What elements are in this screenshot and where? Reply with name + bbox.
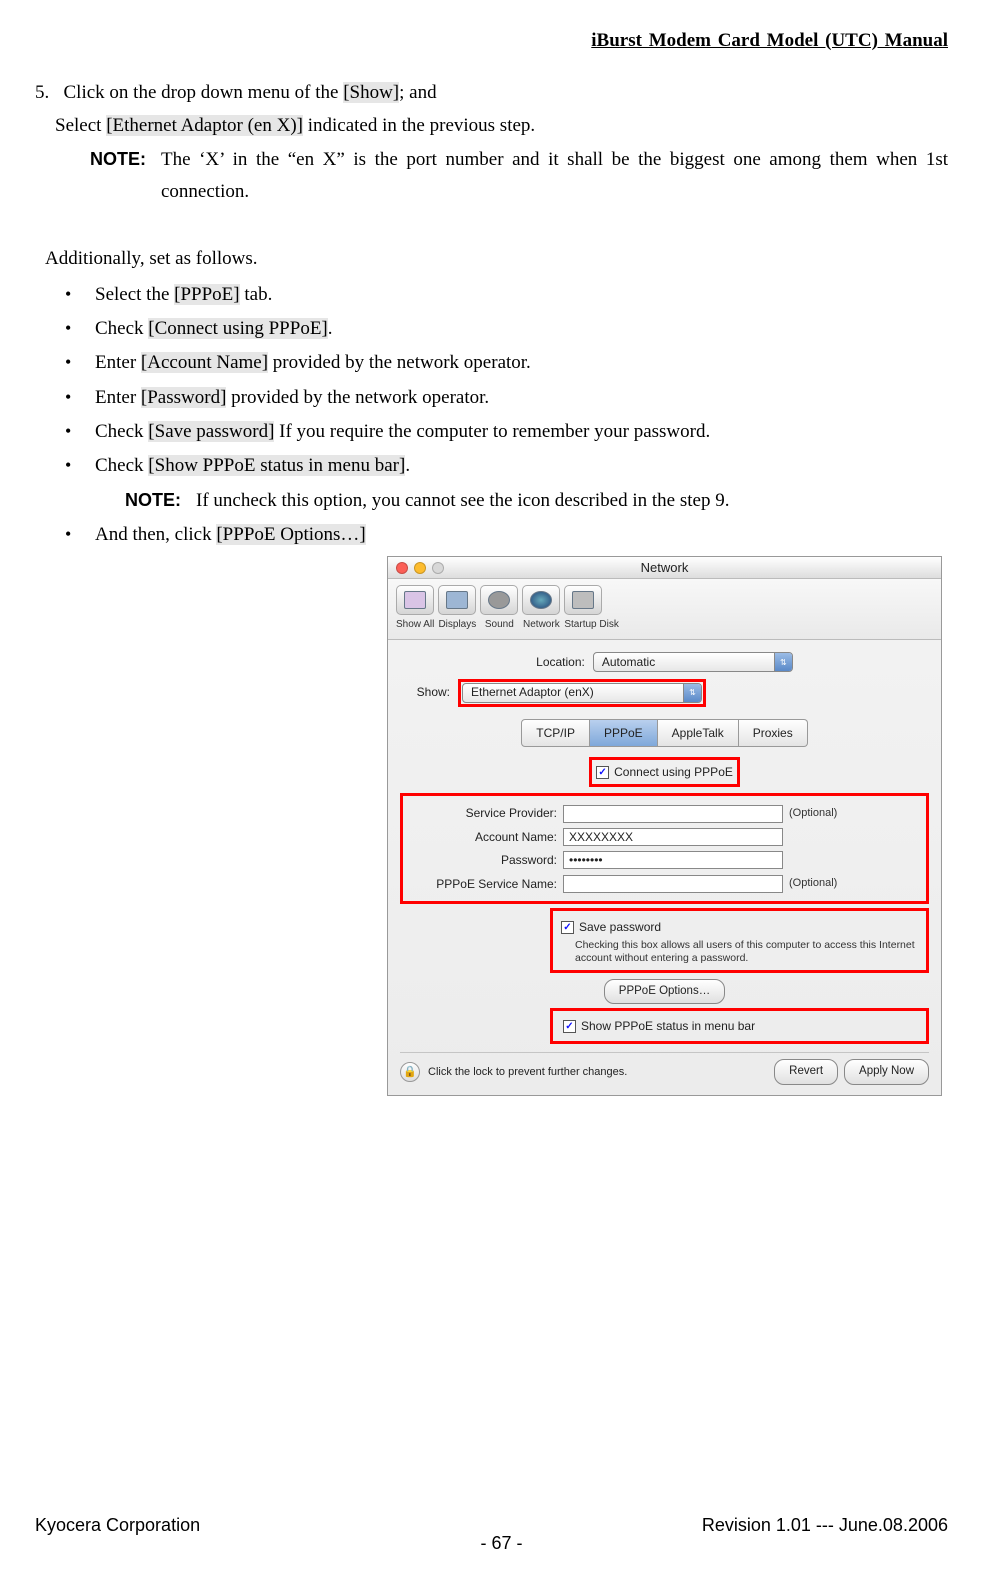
bullet-dot: • [65, 416, 95, 448]
connect-pppoe-checkbox[interactable]: ✓ [596, 766, 609, 779]
bullet-text: Enter [95, 352, 141, 373]
optional-label: (Optional) [789, 874, 837, 893]
note-label: NOTE: [90, 144, 146, 209]
chevron-updown-icon: ⇅ [683, 684, 701, 702]
service-provider-label: Service Provider: [405, 803, 557, 823]
tab-tcpip[interactable]: TCP/IP [521, 719, 590, 747]
bullet-text: provided by the network operator. [226, 387, 489, 408]
revert-button[interactable]: Revert [774, 1059, 838, 1085]
bullet-text: . [405, 455, 410, 476]
toolbar: Show All Displays Sound Network Startup … [388, 579, 941, 640]
note-1: NOTE: The ‘X’ in the “en X” is the port … [90, 144, 948, 209]
bullet-text: Check [95, 421, 148, 442]
save-password-hint: Checking this box allows all users of th… [575, 939, 922, 965]
location-dropdown[interactable]: Automatic ⇅ [593, 652, 793, 672]
show-status-checkbox[interactable]: ✓ [563, 1020, 576, 1033]
tab-pppoe[interactable]: PPPoE [590, 719, 658, 747]
bullet-text: Select the [95, 284, 174, 305]
bullet-text: . [328, 318, 333, 339]
save-password-checkbox[interactable]: ✓ [561, 921, 574, 934]
lock-row: 🔒 Click the lock to prevent further chan… [400, 1052, 929, 1085]
bullet-text: Check [95, 455, 148, 476]
optional-label: (Optional) [789, 804, 837, 823]
bullet-dot: • [65, 313, 95, 345]
connect-pppoe-highlight: ✓ Connect using PPPoE [589, 757, 740, 787]
hi-connect: [Connect using PPPoE] [148, 318, 327, 339]
show-status-label: Show PPPoE status in menu bar [581, 1016, 755, 1036]
hi-account: [Account Name] [141, 352, 268, 373]
note-text: If uncheck this option, you cannot see t… [196, 485, 729, 517]
bullet-text: Check [95, 318, 148, 339]
page-header: iBurst Modem Card Model (UTC) Manual [35, 25, 948, 57]
bullet-text: And then, click [95, 524, 216, 545]
hi-options: [PPPoE Options…] [216, 524, 365, 545]
bullet-text: provided by the network operator. [268, 352, 531, 373]
step-text: ; and [399, 82, 436, 103]
toolbar-displays[interactable]: Displays [438, 585, 476, 633]
password-input[interactable]: •••••••• [563, 851, 783, 869]
password-label: Password: [405, 850, 557, 870]
account-name-label: Account Name: [405, 827, 557, 847]
hi-password: [Password] [141, 387, 227, 408]
step-text: indicated in the previous step. [303, 115, 535, 136]
bullet-text: tab. [240, 284, 273, 305]
toolbar-network[interactable]: Network [522, 585, 560, 633]
show-label: Show: [400, 682, 450, 702]
toolbar-sound[interactable]: Sound [480, 585, 518, 633]
note-text: The ‘X’ in the “en X” is the port number… [161, 144, 948, 209]
service-provider-input[interactable] [563, 805, 783, 823]
step-text: Select [55, 115, 106, 136]
tab-proxies[interactable]: Proxies [739, 719, 808, 747]
pppoe-service-name-input[interactable] [563, 875, 783, 893]
bullet-dot: • [65, 450, 95, 482]
bullet-dot: • [65, 347, 95, 379]
bullet-dot: • [65, 279, 95, 311]
show-highlight: Ethernet Adaptor (enX) ⇅ [458, 679, 706, 707]
lock-icon[interactable]: 🔒 [400, 1062, 420, 1082]
toolbar-showall[interactable]: Show All [396, 585, 434, 633]
pppoe-service-name-label: PPPoE Service Name: [405, 874, 557, 894]
show-dropdown[interactable]: Ethernet Adaptor (enX) ⇅ [462, 683, 702, 703]
step-text: Click on the drop down menu of the [64, 82, 344, 103]
window-title: Network [388, 557, 941, 579]
pppoe-options-button[interactable]: PPPoE Options… [604, 979, 725, 1005]
tab-appletalk[interactable]: AppleTalk [658, 719, 739, 747]
note-2: NOTE: If uncheck this option, you cannot… [125, 485, 948, 517]
tabs: TCP/IP PPPoE AppleTalk Proxies [400, 719, 929, 747]
note-label: NOTE: [125, 485, 181, 517]
page-number: - 67 - [0, 1528, 1003, 1559]
location-value: Automatic [594, 652, 663, 672]
save-password-highlight: ✓ Save password Checking this box allows… [550, 908, 929, 973]
additional-heading: Additionally, set as follows. [45, 243, 948, 275]
lock-text: Click the lock to prevent further change… [428, 1063, 627, 1082]
connect-pppoe-label: Connect using PPPoE [614, 762, 733, 782]
bullet-dot: • [65, 519, 95, 551]
show-status-highlight: ✓ Show PPPoE status in menu bar [550, 1008, 929, 1044]
credentials-highlight: Service Provider: (Optional) Account Nam… [400, 793, 929, 904]
hi-showstatus: [Show PPPoE status in menu bar] [148, 455, 405, 476]
window-titlebar: Network [388, 557, 941, 579]
toolbar-startupdisk[interactable]: Startup Disk [564, 585, 618, 633]
bullet-list: •Select the [PPPoE] tab. •Check [Connect… [65, 279, 948, 551]
mac-network-screenshot: Network Show All Displays Sound Network … [387, 556, 942, 1096]
bullet-dot: • [65, 382, 95, 414]
save-password-label: Save password [579, 917, 661, 937]
hi-save: [Save password] [148, 421, 274, 442]
bullet-text: Enter [95, 387, 141, 408]
hi-pppoe: [PPPoE] [174, 284, 239, 305]
account-name-input[interactable]: XXXXXXXX [563, 828, 783, 846]
hi-ethernet: [Ethernet Adaptor (en X)] [106, 115, 303, 136]
show-value: Ethernet Adaptor (enX) [463, 682, 602, 702]
step-number: 5. [35, 82, 49, 103]
chevron-updown-icon: ⇅ [774, 653, 792, 671]
hi-show: [Show] [343, 82, 399, 103]
bullet-text: If you require the computer to remember … [274, 421, 710, 442]
step-5: 5. Click on the drop down menu of the [S… [35, 77, 948, 208]
apply-now-button[interactable]: Apply Now [844, 1059, 929, 1085]
location-label: Location: [536, 652, 585, 672]
